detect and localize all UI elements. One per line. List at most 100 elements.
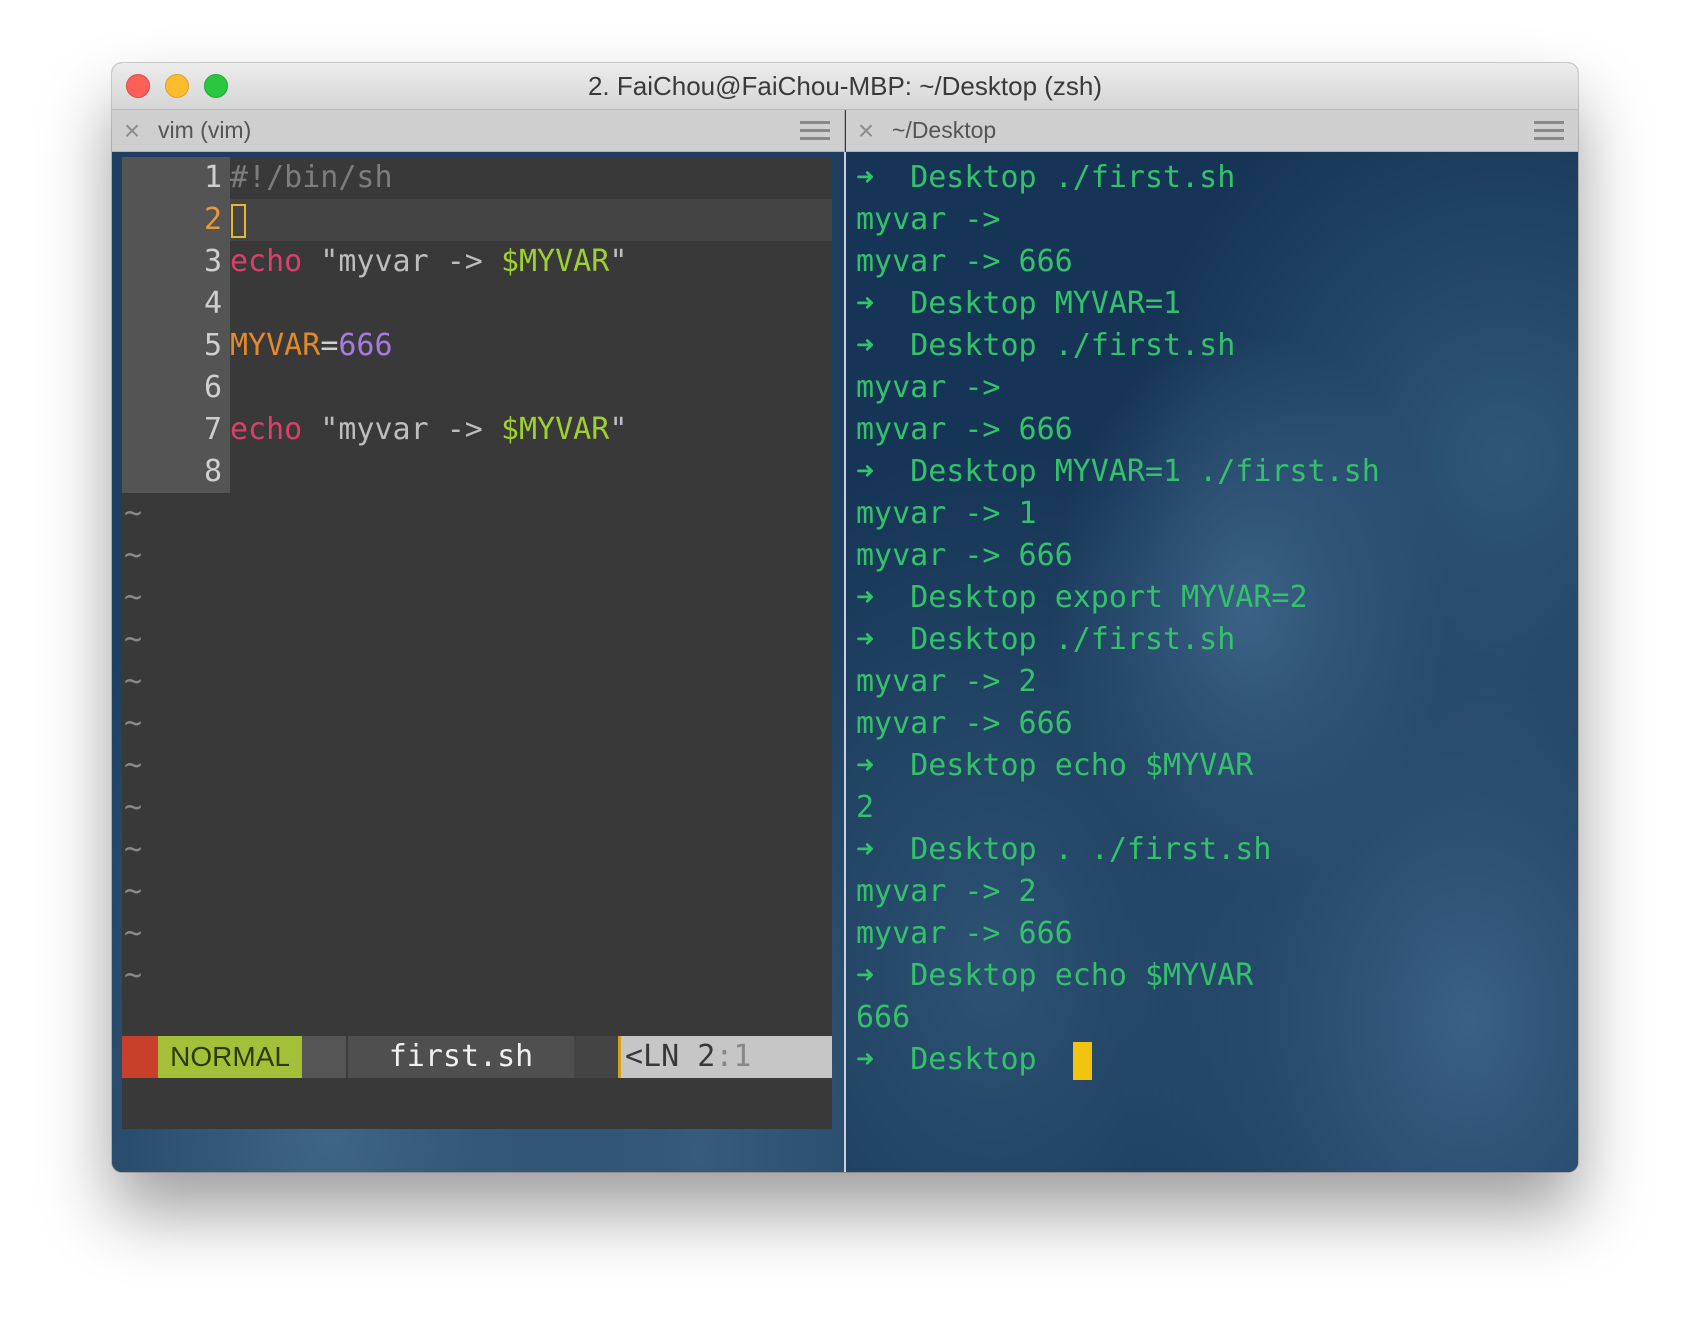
prompt-directory: Desktop xyxy=(910,748,1037,783)
shell-command: MYVAR=1 xyxy=(1054,286,1182,321)
shell-pane[interactable]: ➜ Desktop ./first.sh myvar -> myvar -> 666… xyxy=(846,152,1578,1172)
output-text: myvar -> 666 xyxy=(856,412,1073,447)
shell-prompt-line: ➜ Desktop xyxy=(856,1039,1380,1081)
prompt-directory: Desktop xyxy=(910,328,1037,363)
vim-line[interactable]: 3 echo "myvar -> $MYVAR" xyxy=(122,241,832,283)
output-text: myvar -> xyxy=(856,202,1001,237)
close-icon[interactable]: × xyxy=(112,110,152,152)
empty-line-tilde: ~ xyxy=(124,664,143,699)
position-sep: : xyxy=(715,1039,734,1074)
shell-prompt-line: ➜ Desktop echo $MYVAR xyxy=(856,955,1380,997)
vim-cursor xyxy=(231,203,246,238)
code-text: echo "myvar -> $MYVAR" xyxy=(230,409,627,451)
position-col: 1 xyxy=(733,1039,752,1074)
code-token: " xyxy=(609,244,628,279)
line-number: 2 xyxy=(122,199,230,241)
shell-command: ./first.sh xyxy=(1054,328,1236,363)
code-token: $MYVAR xyxy=(500,412,610,447)
shell-output-line: myvar -> 666 xyxy=(856,703,1380,745)
code-token: $MYVAR xyxy=(500,244,610,279)
pane-header-vim[interactable]: × vim (vim) xyxy=(112,110,845,152)
line-number: 8 xyxy=(122,451,230,493)
shell-command: . ./first.sh xyxy=(1054,832,1272,867)
shell-output-line: myvar -> 666 xyxy=(856,409,1380,451)
vim-line[interactable]: 6 xyxy=(122,367,832,409)
vim-pane[interactable]: 1 #!/bin/sh 2 3 echo "myvar -> $MYVAR" 4 5 MYVA… xyxy=(112,152,844,1172)
output-text: myvar -> 666 xyxy=(856,244,1073,279)
vim-line[interactable]: 4 xyxy=(122,283,832,325)
code-token: echo xyxy=(230,244,303,279)
shell-prompt-line: ➜ Desktop MYVAR=1 ./first.sh xyxy=(856,451,1380,493)
vim-mode-indicator: NORMAL xyxy=(158,1036,302,1078)
prompt-arrow-icon: ➜ xyxy=(856,286,875,321)
code-token: echo xyxy=(230,412,303,447)
window-title: 2. FaiChou@FaiChou-MBP: ~/Desktop (zsh) xyxy=(587,70,1103,101)
zoom-window-button[interactable] xyxy=(204,74,228,98)
code-token: " xyxy=(609,412,628,447)
pane-header-desktop[interactable]: × ~/Desktop xyxy=(846,110,1578,152)
output-text: myvar -> 666 xyxy=(856,916,1073,951)
output-text: myvar -> xyxy=(856,370,1001,405)
statusline-marker xyxy=(122,1036,158,1078)
minimize-window-button[interactable] xyxy=(165,74,189,98)
shell-output-line: myvar -> 666 xyxy=(856,241,1380,283)
vim-line[interactable]: 5 MYVAR=666 xyxy=(122,325,832,367)
empty-line-tilde: ~ xyxy=(124,874,143,909)
window-controls xyxy=(126,74,228,98)
shell-output-line: myvar -> xyxy=(856,367,1380,409)
output-text: 2 xyxy=(856,790,875,825)
prompt-arrow-icon: ➜ xyxy=(856,748,875,783)
close-window-button[interactable] xyxy=(126,74,150,98)
shell-command: ./first.sh xyxy=(1054,160,1236,195)
prompt-arrow-icon: ➜ xyxy=(856,1042,875,1077)
terminal-window: 2. FaiChou@FaiChou-MBP: ~/Desktop (zsh) … xyxy=(112,63,1578,1172)
shell-prompt-line: ➜ Desktop ./first.sh xyxy=(856,325,1380,367)
vim-line[interactable]: 8 xyxy=(122,451,832,493)
prompt-arrow-icon: ➜ xyxy=(856,160,875,195)
shell-prompt-line: ➜ Desktop MYVAR=1 xyxy=(856,283,1380,325)
prompt-directory: Desktop xyxy=(910,958,1037,993)
statusline-filename: first.sh xyxy=(348,1036,574,1078)
output-text: myvar -> 2 xyxy=(856,874,1037,909)
shell-output-line: myvar -> 666 xyxy=(856,535,1380,577)
hamburger-menu-icon[interactable] xyxy=(800,121,830,140)
code-token: "myvar -> xyxy=(302,412,501,447)
prompt-arrow-icon: ➜ xyxy=(856,958,875,993)
prompt-directory: Desktop xyxy=(910,286,1037,321)
hamburger-menu-icon[interactable] xyxy=(1534,121,1564,140)
position-line: 2 xyxy=(697,1039,716,1074)
code-text: #!/bin/sh xyxy=(230,157,393,199)
vim-editor[interactable]: 1 #!/bin/sh 2 3 echo "myvar -> $MYVAR" 4 5 MYVA… xyxy=(122,157,832,1129)
code-token: = xyxy=(320,328,339,363)
shell-output-line: myvar -> 2 xyxy=(856,871,1380,913)
output-text: myvar -> 1 xyxy=(856,496,1037,531)
prompt-directory: Desktop xyxy=(910,160,1037,195)
output-text: 666 xyxy=(856,1000,911,1035)
line-number: 1 xyxy=(122,157,230,199)
shell-command: echo $MYVAR xyxy=(1054,958,1254,993)
close-icon[interactable]: × xyxy=(846,110,886,152)
shell-output[interactable]: ➜ Desktop ./first.sh myvar -> myvar -> 666… xyxy=(856,157,1380,1081)
empty-line-tilde: ~ xyxy=(124,706,143,741)
output-text: myvar -> 666 xyxy=(856,706,1073,741)
title-bar: 2. FaiChou@FaiChou-MBP: ~/Desktop (zsh) xyxy=(112,63,1578,110)
line-number: 7 xyxy=(122,409,230,451)
shell-cursor[interactable] xyxy=(1072,1041,1092,1080)
vim-line[interactable]: 1 #!/bin/sh xyxy=(122,157,832,199)
prompt-arrow-icon: ➜ xyxy=(856,580,875,615)
shell-prompt-line: ➜ Desktop echo $MYVAR xyxy=(856,745,1380,787)
empty-line-tilde: ~ xyxy=(124,580,143,615)
prompt-directory: Desktop xyxy=(910,832,1037,867)
output-text: myvar -> 666 xyxy=(856,538,1073,573)
prompt-arrow-icon: ➜ xyxy=(856,454,875,489)
shell-output-line: 666 xyxy=(856,997,1380,1039)
vim-line[interactable]: 7 echo "myvar -> $MYVAR" xyxy=(122,409,832,451)
shell-command: export MYVAR=2 xyxy=(1054,580,1308,615)
code-token: 666 xyxy=(338,328,393,363)
prompt-directory: Desktop xyxy=(910,580,1037,615)
statusline-position: <LN 2:1 xyxy=(621,1036,832,1078)
prompt-directory: Desktop xyxy=(910,454,1037,489)
prompt-directory: Desktop xyxy=(910,622,1037,657)
pane-title-desktop: ~/Desktop xyxy=(892,117,997,143)
vim-line[interactable]: 2 xyxy=(122,199,832,241)
